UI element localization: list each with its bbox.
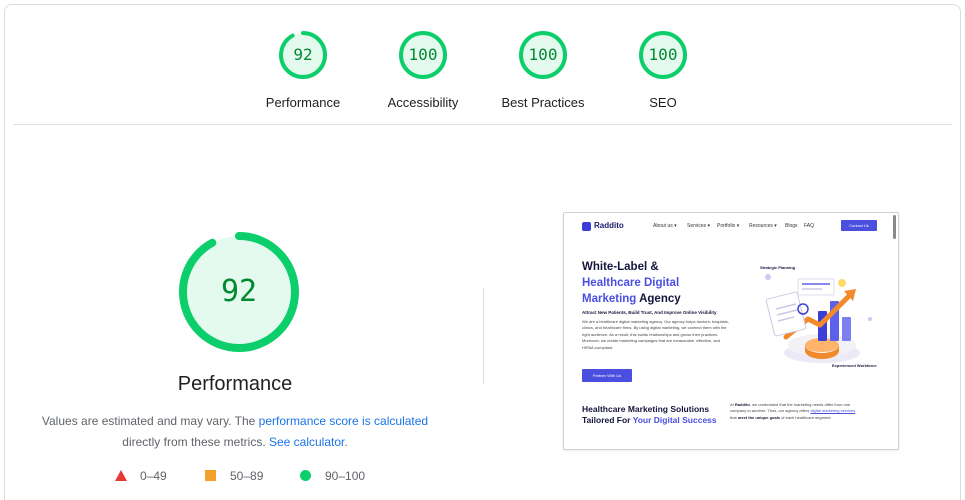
thumb-hero-body: We are a healthcare digital marketing ag… bbox=[582, 319, 729, 350]
score-note: Values are estimated and may vary. The p… bbox=[35, 411, 435, 453]
thumb-tag-strategic: Strategic Planning bbox=[760, 265, 796, 270]
legend-range: 0–49 bbox=[140, 469, 167, 483]
fail-triangle-icon bbox=[115, 470, 127, 481]
thumb-section-heading: Healthcare Marketing Solutions Tailored … bbox=[582, 404, 742, 426]
vertical-divider bbox=[483, 288, 484, 384]
gauge-performance[interactable]: 92 Performance bbox=[243, 29, 363, 110]
final-screenshot-thumbnail[interactable]: Raddito About us ▾ Services ▾ Portfolio … bbox=[563, 212, 899, 450]
gauge-score: 100 bbox=[408, 45, 438, 64]
thumb-hero-heading: White-Label & Healthcare Digital Marketi… bbox=[582, 259, 752, 307]
pass-circle-icon bbox=[300, 470, 311, 481]
gauge-score: 100 bbox=[528, 45, 558, 64]
growth-chart-illustration-icon bbox=[765, 274, 872, 363]
section-text: that bbox=[730, 414, 738, 420]
gauge-label: Best Practices bbox=[501, 95, 585, 110]
thumb-hero-illustration: Strategic Planning Experienced Workforce bbox=[760, 259, 880, 374]
thumb-menu-item: FAQ bbox=[804, 223, 815, 229]
gauge-best-practices[interactable]: 100 Best Practices bbox=[483, 29, 603, 110]
legend-range: 50–89 bbox=[230, 469, 264, 483]
thumb-logo: Raddito bbox=[594, 221, 624, 230]
gauge-ring: 100 bbox=[637, 29, 689, 81]
category-gauges-row: 92 Performance 100 Accessibility 100 Bes… bbox=[5, 29, 960, 129]
performance-score-link[interactable]: performance score is calculated bbox=[259, 414, 428, 428]
see-calculator-link[interactable]: See calculator bbox=[269, 435, 344, 449]
note-text-1: Values are estimated and may vary. The bbox=[41, 414, 259, 428]
performance-big-gauge: 92 bbox=[175, 228, 303, 356]
section-text-bold: Raddito bbox=[734, 402, 750, 407]
gauge-label: Accessibility bbox=[387, 95, 459, 110]
thumb-menu-item: Services ▾ bbox=[687, 223, 711, 229]
score-legend: 0–49 50–89 90–100 bbox=[105, 468, 405, 484]
hero-line: Agency bbox=[636, 293, 681, 305]
thumb-menu-item: About us ▾ bbox=[653, 223, 677, 229]
gauge-ring: 100 bbox=[517, 29, 569, 81]
gauge-ring: 100 bbox=[397, 29, 449, 81]
legend-range: 90–100 bbox=[325, 469, 366, 483]
thumb-menu-item: Resources ▾ bbox=[749, 223, 777, 229]
hero-line: White-Label & bbox=[582, 261, 659, 273]
performance-title: Performance bbox=[177, 373, 293, 395]
note-text-3: . bbox=[344, 435, 348, 449]
average-square-icon bbox=[205, 470, 216, 481]
gauge-score: 100 bbox=[648, 45, 678, 64]
thumb-partner-button: Partner With Us bbox=[582, 369, 632, 382]
note-text-2: directly from these metrics. bbox=[122, 435, 269, 449]
gauge-score: 92 bbox=[293, 45, 313, 64]
section-line: Your Digital Success bbox=[632, 415, 717, 425]
section-divider bbox=[13, 124, 952, 125]
thumb-scrollbar bbox=[893, 215, 896, 239]
thumb-menu-item: Portfolio ▾ bbox=[717, 223, 740, 229]
hero-line: Marketing bbox=[582, 293, 637, 305]
big-gauge-score: 92 bbox=[220, 274, 258, 309]
section-line: Healthcare Marketing Solutions bbox=[582, 404, 710, 414]
gauge-accessibility[interactable]: 100 Accessibility bbox=[363, 29, 483, 110]
section-line: Tailored For bbox=[582, 415, 633, 425]
section-link: digital marketing services bbox=[810, 408, 856, 414]
gauge-seo[interactable]: 100 SEO bbox=[603, 29, 723, 110]
thumb-menu-item: Blogs bbox=[785, 223, 798, 229]
gauge-ring: 92 bbox=[277, 29, 329, 81]
thumb-navbar: Raddito About us ▾ Services ▾ Portfolio … bbox=[564, 213, 898, 237]
thumb-section-body: At Raddito, we understand that the marke… bbox=[730, 402, 858, 421]
gauge-label: Performance bbox=[265, 95, 341, 110]
gauge-label: SEO bbox=[649, 95, 677, 110]
thumb-hero-subtitle: Attract New Patients, Build Trust, And I… bbox=[582, 310, 717, 315]
section-text-bold: meet the unique goals bbox=[737, 414, 781, 420]
hero-line: Healthcare Digital bbox=[582, 277, 680, 289]
section-text: of each healthcare segment. bbox=[780, 414, 832, 420]
raddito-logo-icon bbox=[582, 222, 591, 231]
thumb-contact-button: Contact Us bbox=[841, 220, 877, 231]
thumb-tag-experienced: Experienced Workforce bbox=[832, 363, 877, 368]
lighthouse-report-card: 92 Performance 100 Accessibility 100 Bes… bbox=[4, 4, 961, 500]
